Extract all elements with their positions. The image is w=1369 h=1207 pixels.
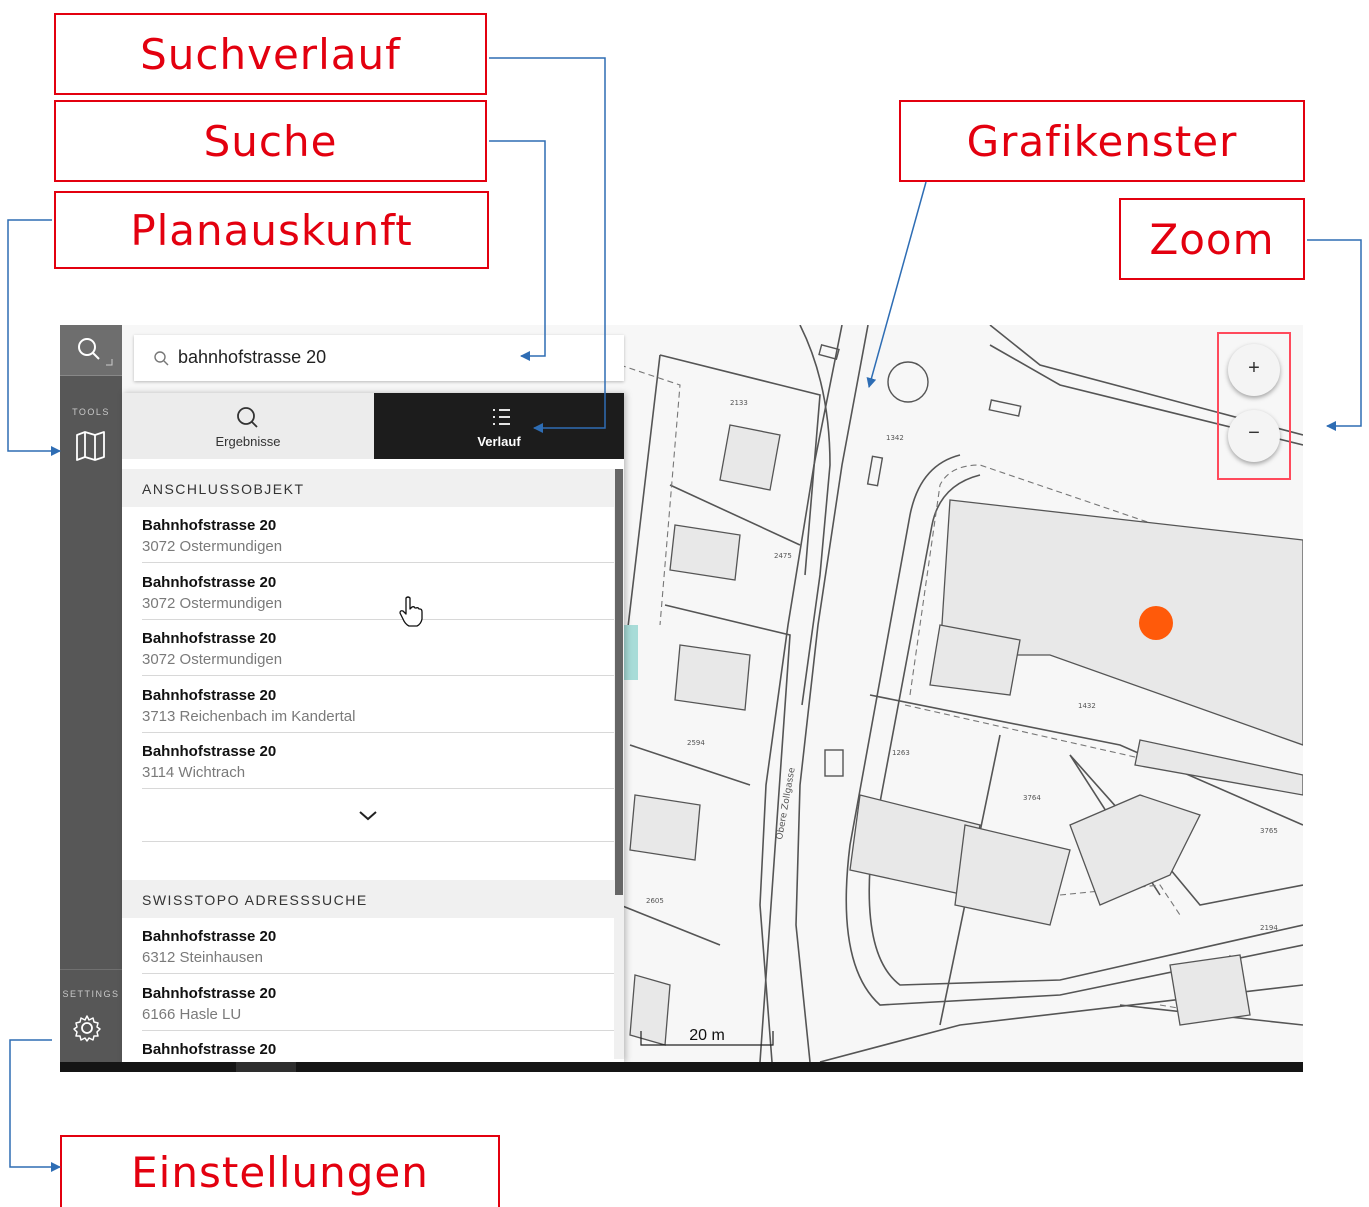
callout-planauskunft: Planauskunft: [54, 191, 489, 269]
svg-text:3764: 3764: [1023, 794, 1041, 802]
svg-text:2194: 2194: [1260, 924, 1278, 932]
chevron-down-icon: [359, 811, 377, 821]
callout-planauskunft-label: Planauskunft: [130, 205, 413, 255]
search-input[interactable]: bahnhofstrasse 20: [178, 347, 326, 368]
callout-zoom: Zoom: [1119, 198, 1305, 280]
result-item[interactable]: Bahnhofstrasse 20 6166 Hasle LU: [122, 975, 614, 1031]
zoom-out-button[interactable]: −: [1228, 410, 1280, 462]
callout-einstellungen-label: Einstellungen: [131, 1147, 429, 1197]
sidebar: TOOLS SETTINGS: [60, 325, 122, 1062]
result-place: 3072 Ostermundigen: [142, 651, 283, 668]
result-street: Bahnhofstrasse 20: [142, 630, 277, 647]
result-street: Bahnhofstrasse 20: [142, 985, 277, 1002]
result-place: 6166 Hasle LU: [142, 1006, 242, 1023]
search-icon: [78, 338, 113, 366]
svg-text:2475: 2475: [774, 552, 792, 560]
search-icon: [154, 351, 169, 366]
scale-label: 20 m: [689, 1027, 725, 1044]
callout-zoom-label: Zoom: [1149, 214, 1275, 264]
zoom-in-button[interactable]: +: [1228, 344, 1280, 396]
tab-history-label: Verlauf: [477, 434, 521, 449]
callout-einstellungen: Einstellungen: [60, 1135, 500, 1207]
map-icon[interactable]: [60, 430, 122, 462]
callout-suche: Suche: [54, 100, 487, 182]
show-more-button[interactable]: [122, 790, 614, 842]
result-street: Bahnhofstrasse 20: [142, 743, 277, 760]
sidebar-divider: [60, 969, 122, 970]
gear-icon[interactable]: [60, 1011, 122, 1045]
result-place: 3072 Ostermundigen: [142, 538, 283, 555]
tab-history[interactable]: Verlauf: [374, 393, 624, 459]
svg-text:1342: 1342: [886, 434, 904, 442]
result-item[interactable]: Bahnhofstrasse 20 6312 Steinhausen: [122, 918, 614, 974]
section-title: ANSCHLUSSOBJEKT: [142, 481, 305, 497]
section-header: ANSCHLUSSOBJEKT: [122, 469, 614, 507]
svg-text:3765: 3765: [1260, 827, 1278, 835]
result-item[interactable]: Bahnhofstrasse 20 3713 Reichenbach im Ka…: [122, 677, 614, 733]
svg-text:1263: 1263: [892, 749, 910, 757]
result-item[interactable]: Bahnhofstrasse 20: [122, 1031, 614, 1062]
section-title: SWISSTOPO ADRESSSUCHE: [142, 892, 368, 908]
result-item[interactable]: Bahnhofstrasse 20 3072 Ostermundigen: [122, 507, 614, 563]
result-place: 3114 Wichtrach: [142, 764, 246, 781]
scale-bar: 20 m: [640, 1025, 774, 1046]
plus-icon: +: [1248, 357, 1260, 379]
result-place: 6312 Steinhausen: [142, 949, 263, 966]
result-street: Bahnhofstrasse 20: [142, 574, 277, 591]
result-street: Bahnhofstrasse 20: [142, 517, 277, 534]
tools-label: TOOLS: [72, 407, 110, 417]
minus-icon: −: [1248, 422, 1260, 444]
location-marker: [1139, 606, 1173, 640]
app-window: 2133 1342 2475 2594 1263 1432 3764 3765 …: [60, 325, 1303, 1072]
tab-results[interactable]: Ergebnisse: [122, 393, 374, 459]
callout-grafikenster-label: Grafikenster: [966, 116, 1238, 166]
search-icon: [237, 407, 258, 428]
svg-text:2605: 2605: [646, 897, 664, 905]
search-field[interactable]: bahnhofstrasse 20: [134, 335, 624, 381]
svg-text:1432: 1432: [1078, 702, 1096, 710]
results-panel: Ergebnisse Verlauf ANSCHLUSSOBJEKT Bahnh…: [122, 393, 624, 1062]
list-icon: [493, 409, 510, 425]
tab-results-label: Ergebnisse: [215, 434, 281, 449]
result-place: 3072 Ostermundigen: [142, 595, 283, 612]
callout-suchverlauf: Suchverlauf: [54, 13, 487, 95]
result-place: 3713 Reichenbach im Kandertal: [142, 708, 356, 725]
svg-text:2594: 2594: [687, 739, 705, 747]
scrollbar[interactable]: [614, 469, 624, 1059]
result-street: Bahnhofstrasse 20: [142, 1041, 277, 1058]
callout-grafikenster: Grafikenster: [899, 100, 1305, 182]
result-street: Bahnhofstrasse 20: [142, 928, 277, 945]
section-header: SWISSTOPO ADRESSSUCHE: [122, 880, 614, 918]
result-street: Bahnhofstrasse 20: [142, 687, 277, 704]
settings-label: SETTINGS: [62, 989, 120, 999]
bottom-bar: [60, 1062, 1303, 1072]
callout-suche-label: Suche: [203, 116, 338, 166]
hand-cursor-icon: [399, 596, 423, 627]
sidebar-search-button[interactable]: [60, 325, 122, 376]
callout-suchverlauf-label: Suchverlauf: [140, 29, 401, 79]
result-item[interactable]: Bahnhofstrasse 20 3072 Ostermundigen: [122, 564, 614, 620]
result-item[interactable]: Bahnhofstrasse 20 3072 Ostermundigen: [122, 620, 614, 676]
svg-text:2133: 2133: [730, 399, 748, 407]
result-item[interactable]: Bahnhofstrasse 20 3114 Wichtrach: [122, 733, 614, 789]
